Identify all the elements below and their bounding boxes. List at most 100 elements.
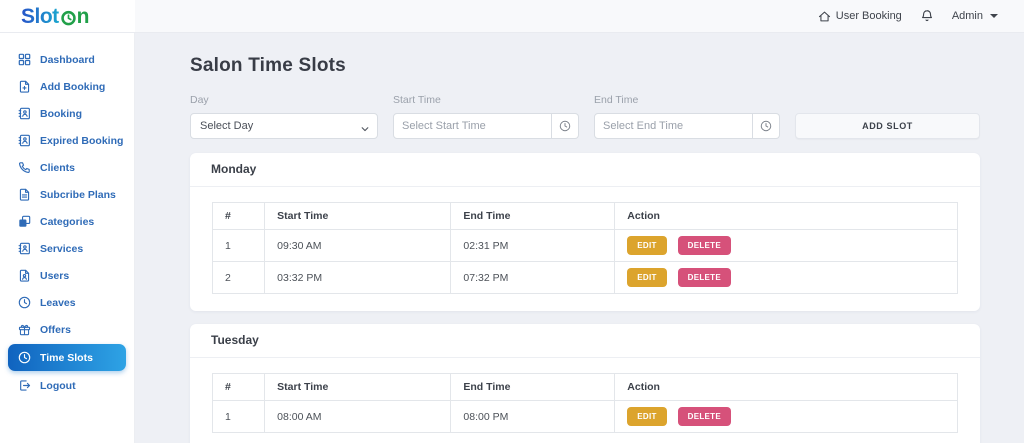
users-icon [18,269,31,282]
admin-label: Admin [951,10,983,22]
monday-slots-table: # Start Time End Time Action 1 09:30 AM … [211,202,958,294]
sidebar-item-label: Services [40,242,84,255]
sidebar-item-label: Categories [40,215,95,228]
sidebar-item-booking[interactable]: Booking [0,100,134,127]
user-booking-link[interactable]: User Booking [818,10,902,23]
end-time-field-group: End Time [594,94,780,139]
day-card-tuesday: Tuesday # Start Time End Time Action 1 0… [190,324,980,443]
column-header-start: Start Time [264,373,452,401]
add-booking-icon [18,80,31,93]
column-header-end: End Time [450,373,616,401]
table-row: 1 08:00 AM 08:00 PM EDIT DELETE [211,400,958,433]
sidebar-item-label: Booking [40,107,82,120]
logo-text-n: n [76,4,90,28]
delete-button[interactable]: DELETE [677,407,731,426]
edit-button[interactable]: EDIT [627,236,667,255]
sidebar-item-label: Users [40,269,70,282]
page-title: Salon Time Slots [190,55,346,76]
slot-num: 1 [211,400,266,433]
end-time-clock-icon[interactable] [753,113,780,139]
booking-icon [18,107,31,120]
start-time-label: Start Time [393,94,441,106]
sidebar-item-time-slots[interactable]: Time Slots [8,344,126,371]
admin-menu[interactable]: Admin [952,10,998,22]
categories-icon [18,215,31,228]
topbar-right: User Booking Admin [135,0,1024,32]
edit-button[interactable]: EDIT [627,407,667,426]
delete-button[interactable]: DELETE [677,236,731,255]
column-header-num: # [211,202,266,230]
sidebar-item-offers[interactable]: Offers [0,316,134,343]
expired-booking-icon [18,134,31,147]
notifications-button[interactable] [920,9,934,23]
leaves-clock-icon [18,296,31,309]
delete-button[interactable]: DELETE [677,268,731,287]
slot-start-time: 08:00 AM [264,400,452,433]
table-row: 2 03:32 PM 07:32 PM EDIT DELETE [211,261,958,294]
sidebar-item-categories[interactable]: Categories [0,208,134,235]
day-label: Day [190,94,209,106]
sidebar-item-expired-booking[interactable]: Expired Booking [0,127,134,154]
logo-clock-icon [59,7,77,26]
sidebar: Dashboard Add Booking Booking Expired Bo… [0,33,135,443]
edit-button[interactable]: EDIT [627,268,667,287]
user-booking-label: User Booking [835,10,902,22]
column-header-action: Action [614,373,958,401]
sidebar-item-logout[interactable]: Logout [0,372,134,399]
end-time-input[interactable] [594,113,753,139]
slot-start-time: 09:30 AM [264,229,452,262]
logo-text-slot: Slot [21,4,59,28]
slot-end-time: 07:32 PM [450,261,616,294]
tuesday-slots-table: # Start Time End Time Action 1 08:00 AM … [211,373,958,433]
sidebar-item-label: Add Booking [40,80,106,93]
slot-end-time: 08:00 PM [450,400,616,433]
dashboard-icon [18,53,31,66]
start-time-field-group: Start Time [393,94,579,139]
day-card-title: Tuesday [190,324,980,358]
table-row: 1 09:30 AM 02:31 PM EDIT DELETE [211,229,958,262]
logout-icon [18,379,31,392]
sidebar-item-label: Subcribe Plans [40,188,116,201]
sidebar-item-label: Time Slots [40,351,93,364]
sidebar-item-label: Logout [40,379,76,392]
clients-phone-icon [18,161,31,174]
end-time-label: End Time [594,94,639,106]
slot-start-time: 03:32 PM [264,261,452,294]
topbar: Slot n User Booking Admin [0,0,1024,33]
sidebar-item-add-booking[interactable]: Add Booking [0,73,134,100]
day-select[interactable]: Select Day [190,113,378,139]
main-content: Salon Time Slots Day Select Day Start Ti… [135,33,1024,443]
add-slot-button[interactable]: ADD SLOT [795,113,980,139]
sidebar-item-label: Offers [40,323,71,336]
slot-end-time: 02:31 PM [450,229,616,262]
slot-num: 1 [211,229,266,262]
sidebar-item-label: Clients [40,161,76,174]
app-window: Slot n User Booking Admin Dashboard Add … [0,0,1024,443]
sidebar-item-services[interactable]: Services [0,235,134,262]
subcribe-plans-icon [18,188,31,201]
logo-zone: Slot n [0,0,135,32]
sidebar-item-clients[interactable]: Clients [0,154,134,181]
start-time-clock-icon[interactable] [552,113,579,139]
day-card-title: Monday [190,153,980,187]
slot-form: Day Select Day Start Time Select Start T… [190,94,980,139]
day-field-group: Day Select Day [190,94,378,139]
home-icon [818,10,831,23]
sidebar-item-label: Leaves [40,296,76,309]
sidebar-item-dashboard[interactable]: Dashboard [0,46,134,73]
sidebar-item-users[interactable]: Users [0,262,134,289]
sidebar-item-label: Expired Booking [40,134,124,147]
column-header-num: # [211,373,266,401]
time-slots-clock-icon [18,351,31,364]
sidebar-item-subcribe-plans[interactable]: Subcribe Plans [0,181,134,208]
sidebar-item-leaves[interactable]: Leaves [0,289,134,316]
caret-down-icon [990,14,998,18]
column-header-start: Start Time [264,202,452,230]
column-header-end: End Time [450,202,616,230]
app-logo[interactable]: Slot n [21,4,90,28]
services-icon [18,242,31,255]
column-header-action: Action [614,202,958,230]
slot-num: 2 [211,261,266,294]
start-time-input[interactable] [393,113,552,139]
day-card-monday: Monday # Start Time End Time Action 1 09… [190,153,980,311]
